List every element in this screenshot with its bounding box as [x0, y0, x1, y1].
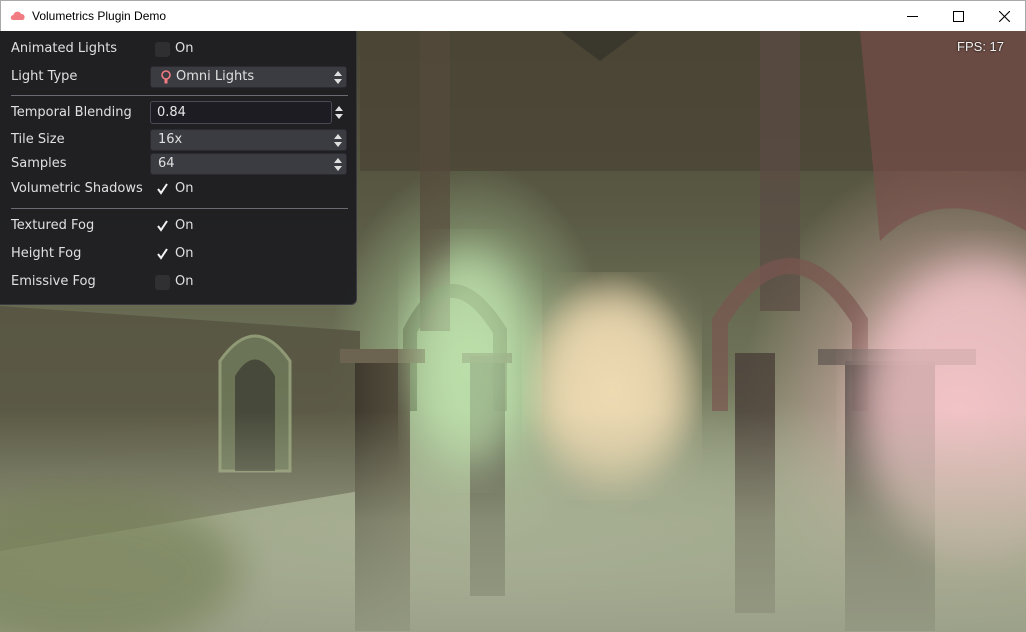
- light-type-label: Light Type: [11, 69, 78, 84]
- tile-size-label: Tile Size: [11, 132, 65, 147]
- minimize-icon: [906, 15, 918, 17]
- height-fog-label: Height Fog: [11, 246, 82, 261]
- tile-size-value: 16x: [158, 132, 183, 147]
- temporal-blending-value: 0.84: [157, 105, 186, 120]
- title-bar: Volumetrics Plugin Demo: [0, 0, 1026, 31]
- separator: [11, 208, 348, 209]
- checkmark-icon: [157, 220, 168, 232]
- bulb-icon: [161, 70, 171, 84]
- animated-lights-state[interactable]: On: [175, 41, 193, 56]
- row-volumetric-shadows: Volumetric Shadows On: [0, 177, 357, 201]
- select-arrows-icon: [334, 71, 342, 84]
- light-type-select[interactable]: Omni Lights: [150, 66, 347, 88]
- volumetric-shadows-checkbox[interactable]: [155, 182, 170, 197]
- select-arrows-icon: [334, 158, 342, 171]
- close-button[interactable]: [981, 1, 1026, 31]
- row-textured-fog: Textured Fog On: [0, 214, 357, 238]
- height-fog-checkbox[interactable]: [155, 247, 170, 262]
- window-title: Volumetrics Plugin Demo: [32, 9, 167, 23]
- row-emissive-fog: Emissive Fog On: [0, 270, 357, 294]
- maximize-icon: [952, 10, 964, 22]
- textured-fog-label: Textured Fog: [11, 218, 95, 233]
- samples-label: Samples: [11, 156, 67, 171]
- row-height-fog: Height Fog On: [0, 242, 357, 266]
- fps-counter: FPS: 17: [957, 39, 1004, 54]
- row-samples: Samples 64: [0, 152, 357, 176]
- maximize-button[interactable]: [935, 1, 981, 31]
- checkmark-icon: [157, 183, 168, 195]
- height-fog-state[interactable]: On: [175, 246, 193, 261]
- animated-lights-checkbox[interactable]: [155, 42, 170, 57]
- samples-select[interactable]: 64: [150, 153, 347, 175]
- checkmark-icon: [157, 248, 168, 260]
- emissive-fog-state[interactable]: On: [175, 274, 193, 289]
- row-tile-size: Tile Size 16x: [0, 128, 357, 152]
- volumetric-shadows-state[interactable]: On: [175, 181, 193, 196]
- light-type-value: Omni Lights: [176, 69, 255, 84]
- animated-lights-label: Animated Lights: [11, 41, 118, 56]
- settings-panel: Animated Lights On Light Type Omni Light…: [0, 31, 357, 305]
- tile-size-select[interactable]: 16x: [150, 129, 347, 151]
- emissive-fog-checkbox[interactable]: [155, 275, 170, 290]
- spin-arrows-icon[interactable]: [335, 106, 343, 119]
- row-light-type: Light Type Omni Lights: [0, 65, 357, 89]
- minimize-button[interactable]: [889, 1, 935, 31]
- samples-value: 64: [158, 156, 175, 171]
- separator: [11, 95, 348, 96]
- volumetric-shadows-label: Volumetric Shadows: [11, 181, 143, 196]
- temporal-blending-label: Temporal Blending: [11, 105, 132, 120]
- textured-fog-checkbox[interactable]: [155, 219, 170, 234]
- row-animated-lights: Animated Lights On: [0, 37, 357, 61]
- select-arrows-icon: [334, 134, 342, 147]
- emissive-fog-label: Emissive Fog: [11, 274, 96, 289]
- row-temporal-blending: Temporal Blending 0.84: [0, 101, 357, 125]
- temporal-blending-input[interactable]: 0.84: [150, 101, 332, 124]
- cloud-app-icon: [10, 11, 25, 20]
- textured-fog-state[interactable]: On: [175, 218, 193, 233]
- close-icon: [998, 10, 1010, 22]
